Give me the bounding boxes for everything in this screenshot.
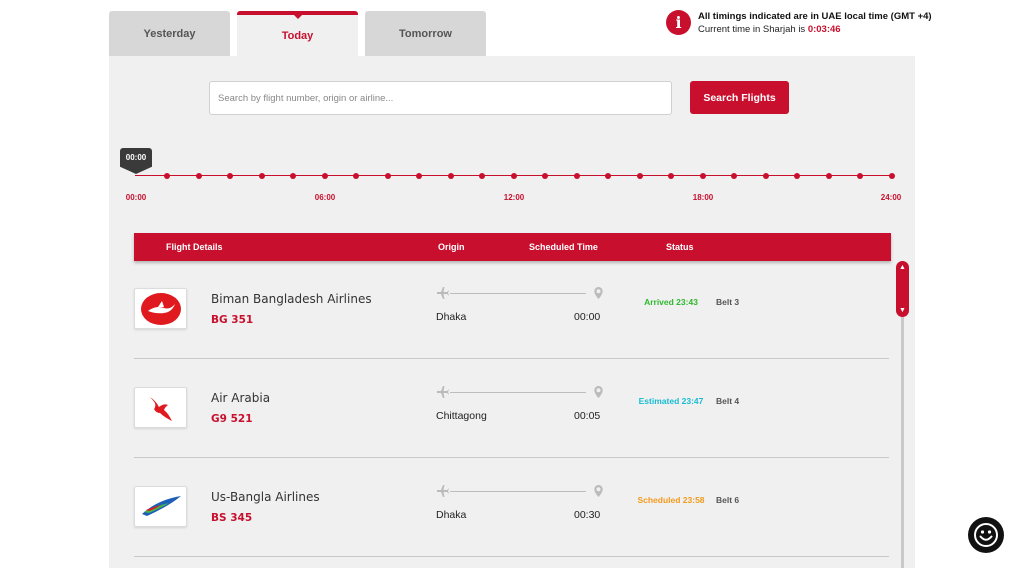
- header-origin: Origin: [438, 242, 465, 252]
- airline-name: Us-Bangla Airlines: [211, 490, 320, 504]
- tab-yesterday[interactable]: Yesterday: [109, 11, 230, 56]
- time-slider-tick[interactable]: [699, 173, 706, 179]
- air-arabia-logo-icon: [134, 387, 187, 428]
- time-slider-tick[interactable]: [353, 173, 359, 179]
- time-slider-tick[interactable]: [479, 173, 485, 179]
- time-slider-tick[interactable]: [416, 173, 422, 179]
- flight-number: BS 345: [211, 512, 253, 524]
- current-time-line: Current time in Sharjah is 0:03:46: [698, 23, 932, 36]
- time-slider-tick[interactable]: [542, 173, 548, 179]
- flight-status: Arrived 23:43: [644, 297, 698, 307]
- flight-arrivals-page: Yesterday Today Tomorrow i All timings i…: [0, 0, 1024, 568]
- route-line: [450, 392, 586, 393]
- biman-logo-icon: [134, 288, 187, 329]
- time-slider-tick[interactable]: [668, 173, 674, 179]
- time-slider-tick[interactable]: [731, 173, 737, 179]
- route-indicator: [436, 484, 604, 500]
- time-label: 06:00: [314, 193, 336, 202]
- flight-number: G9 521: [211, 413, 253, 425]
- search-flights-button[interactable]: Search Flights: [690, 81, 789, 114]
- time-slider-tick[interactable]: [258, 173, 265, 179]
- time-slider-tick[interactable]: [825, 173, 832, 179]
- time-slider-tick[interactable]: [888, 173, 895, 179]
- table-row[interactable]: Air Arabia G9 521 Chittagong 00:05 Estim…: [134, 360, 889, 458]
- table-row[interactable]: Us-Bangla Airlines BS 345 Dhaka 00:30 Sc…: [134, 459, 889, 557]
- time-slider-tick[interactable]: [227, 173, 233, 179]
- time-slider-tick[interactable]: [164, 173, 170, 179]
- time-slider-tick[interactable]: [321, 173, 328, 179]
- flight-number: BG 351: [211, 314, 254, 326]
- route-line: [450, 491, 586, 492]
- airline-name: Air Arabia: [211, 391, 271, 405]
- time-slider-tick[interactable]: [195, 173, 202, 179]
- baggage-belt: Belt 3: [716, 297, 740, 307]
- scheduled-time: 00:05: [574, 410, 601, 422]
- flight-status: Estimated 23:47: [638, 396, 704, 406]
- flight-search-input[interactable]: [209, 81, 672, 115]
- route-indicator: [436, 385, 604, 401]
- active-tab-caret-icon: [293, 15, 302, 19]
- route-indicator: [436, 286, 604, 302]
- baggage-belt: Belt 6: [716, 495, 740, 505]
- scrollbar-thumb[interactable]: ▲ ▼: [896, 261, 909, 317]
- time-slider-tick[interactable]: [794, 173, 800, 179]
- table-header: Flight Details Origin Scheduled Time Sta…: [134, 233, 891, 261]
- origin-city: Chittagong: [436, 410, 487, 422]
- plane-icon: [437, 287, 449, 299]
- flights-panel: Search Flights 00:00 00:00 06:00 12:00 1…: [109, 56, 915, 568]
- scheduled-time: 00:30: [574, 509, 601, 521]
- time-slider-tick[interactable]: [573, 173, 580, 179]
- location-pin-icon: [594, 287, 603, 299]
- current-time-prefix: Current time in Sharjah is: [698, 24, 808, 35]
- scheduled-time: 00:00: [574, 311, 601, 323]
- smiley-chat-button[interactable]: [968, 517, 1004, 553]
- timezone-note: i All timings indicated are in UAE local…: [666, 10, 932, 36]
- location-pin-icon: [594, 485, 603, 497]
- time-slider-tick[interactable]: [762, 173, 769, 179]
- time-label: 18:00: [692, 193, 714, 202]
- tab-today[interactable]: Today: [237, 11, 358, 56]
- time-slider-tick[interactable]: [605, 173, 611, 179]
- time-slider-tick[interactable]: [447, 173, 454, 179]
- flight-status: Scheduled 23:58: [637, 495, 705, 505]
- current-time-value: 0:03:46: [807, 24, 841, 35]
- time-label: 00:00: [125, 193, 147, 202]
- timezone-title: All timings indicated are in UAE local t…: [698, 11, 932, 22]
- origin-city: Dhaka: [436, 311, 467, 323]
- timezone-text: All timings indicated are in UAE local t…: [698, 10, 932, 36]
- time-label: 24:00: [880, 193, 902, 202]
- baggage-belt: Belt 4: [716, 396, 740, 406]
- time-slider-tick[interactable]: [636, 173, 643, 179]
- time-slider-handle[interactable]: 00:00: [120, 148, 152, 174]
- info-icon: i: [666, 10, 691, 35]
- table-row[interactable]: Biman Bangladesh Airlines BG 351 Dhaka 0…: [134, 261, 889, 359]
- location-pin-icon: [594, 386, 603, 398]
- airline-name: Biman Bangladesh Airlines: [211, 292, 372, 306]
- tab-today-label: Today: [281, 29, 314, 42]
- plane-icon: [437, 386, 449, 398]
- header-scheduled-time: Scheduled Time: [529, 242, 598, 252]
- tab-tomorrow[interactable]: Tomorrow: [365, 11, 486, 56]
- time-slider-tick[interactable]: [857, 173, 863, 179]
- plane-icon: [437, 485, 449, 497]
- scroll-down-icon[interactable]: ▼: [899, 307, 906, 314]
- scroll-up-icon[interactable]: ▲: [899, 264, 906, 271]
- route-line: [450, 293, 586, 294]
- us-bangla-logo-icon: [134, 486, 187, 527]
- header-status: Status: [666, 242, 694, 252]
- header-flight-details: Flight Details: [166, 242, 223, 252]
- time-slider[interactable]: 00:00 00:00 06:00 12:00 18:00 24:00: [109, 146, 915, 216]
- smiley-icon: [974, 523, 998, 547]
- day-tabs: Yesterday Today Tomorrow: [109, 11, 486, 56]
- time-slider-tick[interactable]: [384, 173, 391, 179]
- origin-city: Dhaka: [436, 509, 467, 521]
- time-slider-tick[interactable]: [290, 173, 296, 179]
- time-label: 12:00: [503, 193, 525, 202]
- time-slider-tick[interactable]: [510, 173, 517, 179]
